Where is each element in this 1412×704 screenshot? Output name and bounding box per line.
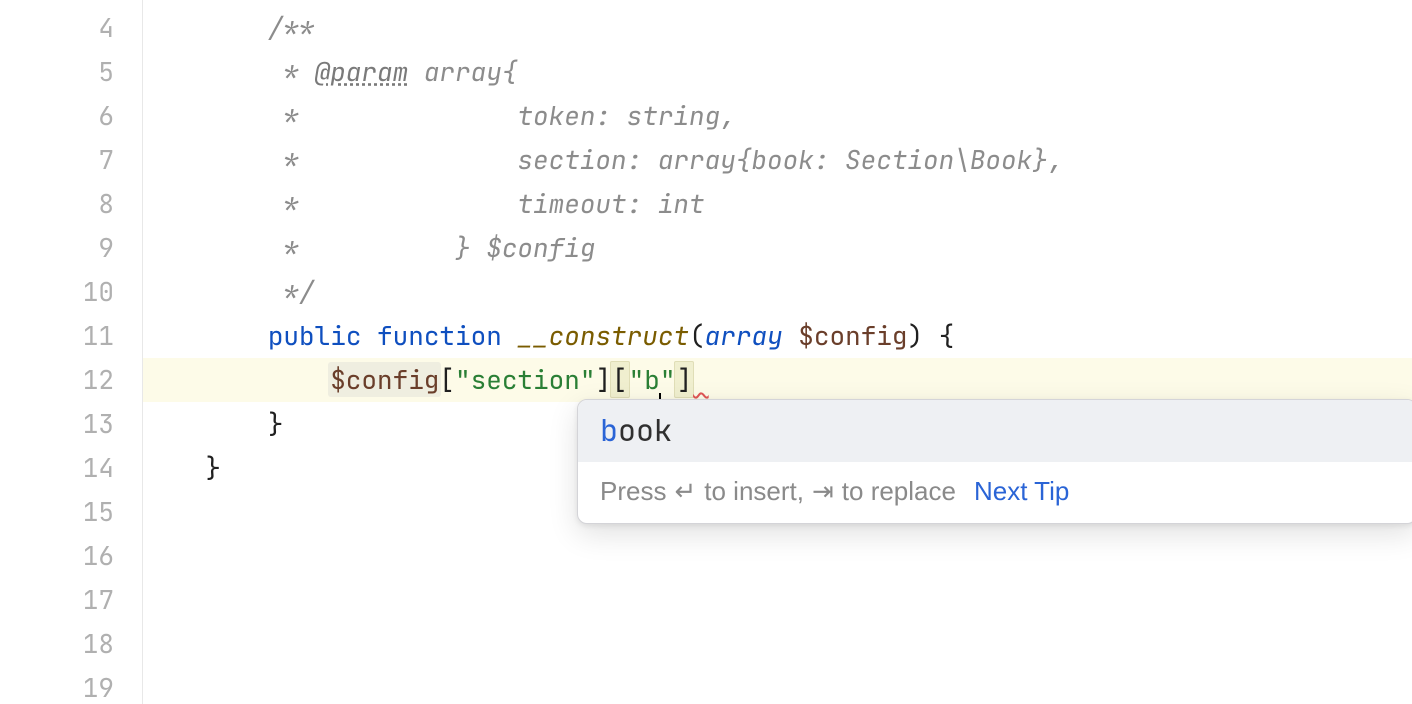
line-number: 6 xyxy=(0,94,114,138)
autocomplete-match-prefix: b xyxy=(600,410,618,450)
line-number: 14 xyxy=(0,446,114,490)
code-line[interactable]: * section: array{book: Section\Book}, xyxy=(143,138,1412,182)
next-tip-link[interactable]: Next Tip xyxy=(974,476,1069,507)
code-line[interactable]: * @param array{ xyxy=(143,50,1412,94)
code-line[interactable]: public function __construct(array $confi… xyxy=(143,314,1412,358)
code-editor[interactable]: 4 5 6 7 8 9 10 11 12 13 14 15 16 17 18 1… xyxy=(0,0,1412,704)
line-number: 15 xyxy=(0,490,114,534)
autocomplete-hint: Press ↵ to insert, ⇥ to replace Next Tip xyxy=(578,462,1412,523)
code-line[interactable] xyxy=(143,534,1412,578)
line-number: 11 xyxy=(0,314,114,358)
code-line-current[interactable]: $config["section"]["b"] xyxy=(143,358,1412,402)
line-number: 8 xyxy=(0,182,114,226)
code-line[interactable] xyxy=(143,578,1412,622)
line-number: 18 xyxy=(0,622,114,666)
autocomplete-item[interactable]: book xyxy=(578,400,1412,462)
matched-bracket-icon: [ xyxy=(610,361,630,398)
line-number: 19 xyxy=(0,666,114,704)
code-line[interactable]: * timeout: int xyxy=(143,182,1412,226)
line-number: 7 xyxy=(0,138,114,182)
error-squiggle-icon xyxy=(693,362,709,397)
code-line[interactable]: */ xyxy=(143,270,1412,314)
line-number: 13 xyxy=(0,402,114,446)
autocomplete-popup: book Press ↵ to insert, ⇥ to replace Nex… xyxy=(577,399,1412,524)
line-number: 4 xyxy=(0,6,114,50)
autocomplete-match-rest: ook xyxy=(618,410,672,450)
code-line[interactable] xyxy=(143,622,1412,666)
line-number: 12 xyxy=(0,358,114,402)
line-number: 9 xyxy=(0,226,114,270)
code-line[interactable]: * token: string, xyxy=(143,94,1412,138)
code-line[interactable]: /** xyxy=(143,6,1412,50)
variable-config: $config xyxy=(328,362,441,397)
tab-key-icon: ⇥ xyxy=(812,476,834,507)
phpdoc-param-tag: @param xyxy=(315,54,409,89)
line-number: 16 xyxy=(0,534,114,578)
code-area[interactable]: /** * @param array{ * token: string, * s… xyxy=(143,0,1412,704)
line-number: 17 xyxy=(0,578,114,622)
code-line[interactable]: * } $config xyxy=(143,226,1412,270)
code-line[interactable] xyxy=(143,666,1412,704)
matched-bracket-icon: ] xyxy=(674,361,694,398)
line-number: 10 xyxy=(0,270,114,314)
line-number: 5 xyxy=(0,50,114,94)
line-number-gutter: 4 5 6 7 8 9 10 11 12 13 14 15 16 17 18 1… xyxy=(0,0,143,704)
enter-key-icon: ↵ xyxy=(674,476,696,507)
